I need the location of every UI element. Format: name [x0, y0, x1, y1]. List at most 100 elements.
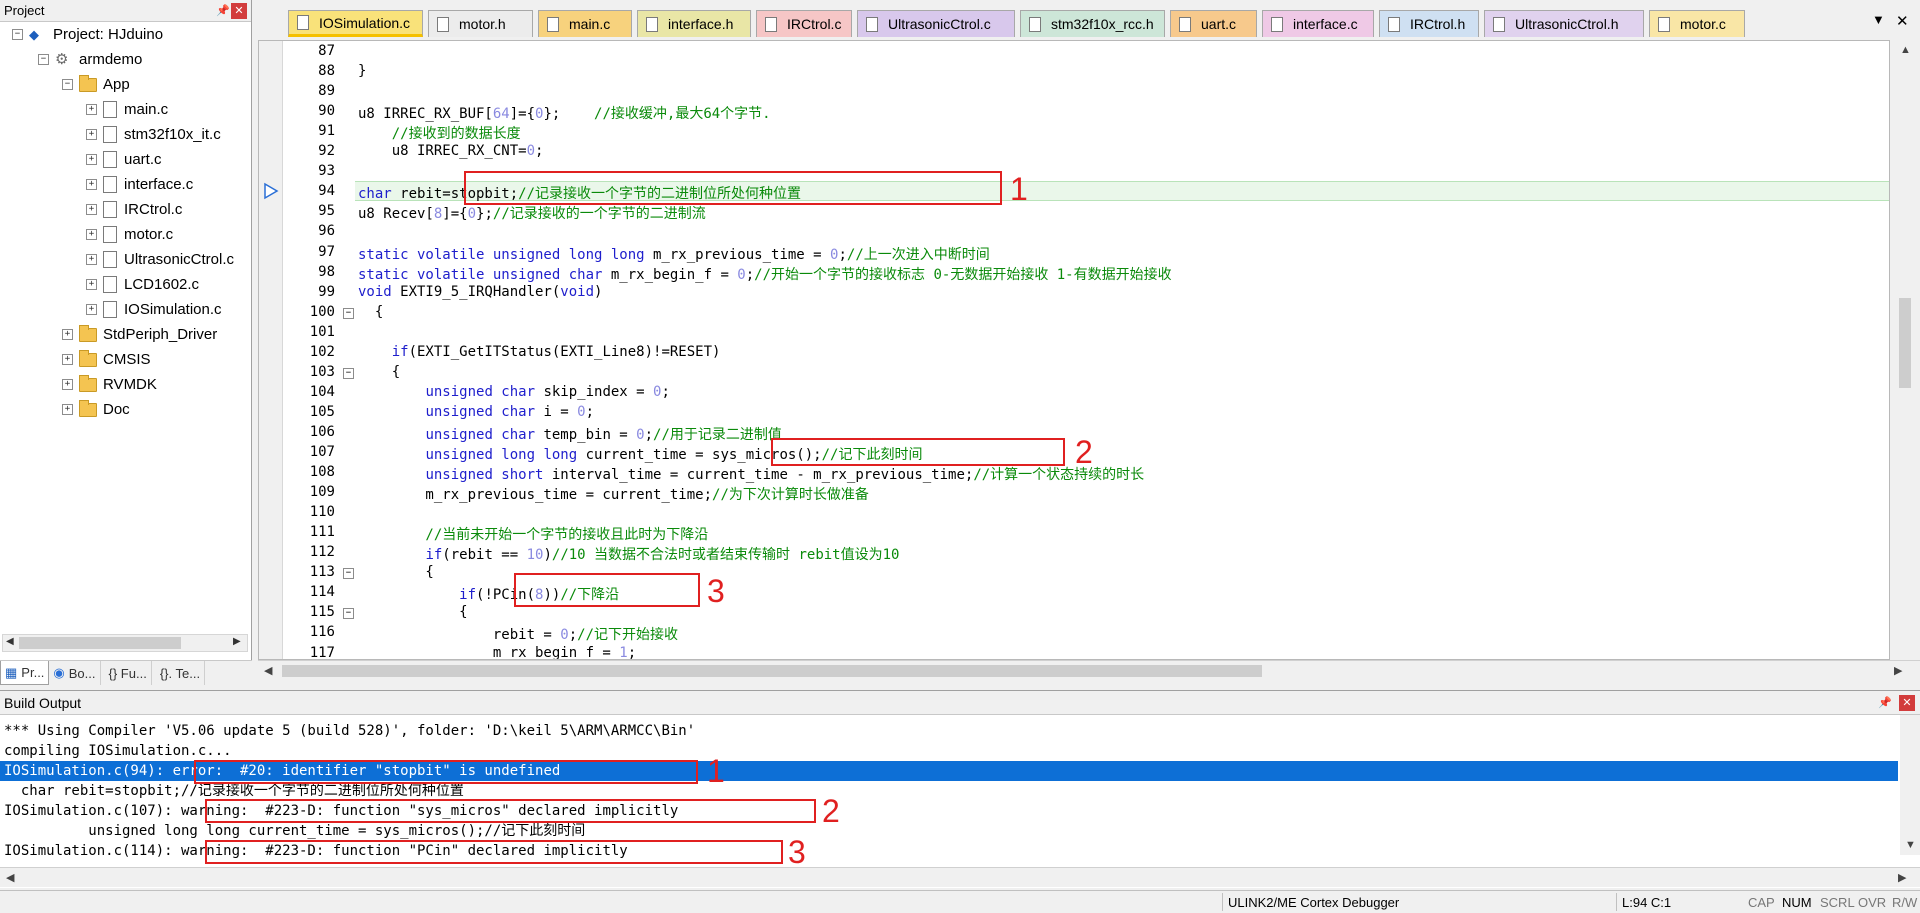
code-token: //接收到的数据长度: [358, 126, 521, 143]
build-output-line[interactable]: *** Using Compiler 'V5.06 update 5 (buil…: [4, 721, 695, 741]
expand-icon[interactable]: +: [86, 179, 97, 190]
tab-stm32f10x-rcc-h[interactable]: stm32f10x_rcc.h: [1020, 10, 1165, 37]
expand-icon[interactable]: +: [86, 129, 97, 140]
build-horizontal-scrollbar[interactable]: ◀ ▶: [0, 867, 1920, 887]
breakpoint-margin[interactable]: [259, 41, 283, 659]
code-editor[interactable]: 87 88} 89 90 u8 IRREC_RX_BUF[64]={0}; //接收缓…: [258, 40, 1890, 660]
tree-item[interactable]: + stm32f10x_it.c: [86, 122, 221, 147]
expand-icon[interactable]: +: [86, 304, 97, 315]
tab-motor-c[interactable]: motor.c: [1649, 10, 1745, 37]
tab-uart-c[interactable]: uart.c: [1170, 10, 1257, 37]
scroll-thumb[interactable]: [1899, 298, 1911, 388]
fold-toggle-icon[interactable]: −: [343, 367, 354, 379]
editor-vertical-scrollbar[interactable]: ▲: [1890, 40, 1920, 660]
tab-label: uart.c: [1201, 16, 1237, 32]
tree-item[interactable]: + RVMDK: [62, 372, 157, 397]
tab-irctrol-c[interactable]: IRCtrol.c: [756, 10, 852, 37]
tab-irctrol-h[interactable]: IRCtrol.h: [1379, 10, 1479, 37]
expand-icon[interactable]: +: [62, 354, 73, 365]
panel-tab-templates[interactable]: {}. Te...: [152, 661, 206, 685]
file-icon: [103, 101, 117, 118]
tree-item[interactable]: − ◆ Project: HJduino: [12, 22, 163, 47]
tree-item[interactable]: + uart.c: [86, 147, 162, 172]
tab-interface-h[interactable]: interface.h: [637, 10, 751, 37]
scroll-thumb[interactable]: [19, 637, 181, 649]
panel-tab-functions[interactable]: {} Fu...: [101, 661, 152, 685]
close-editor-icon[interactable]: ✕: [1896, 12, 1909, 30]
close-icon[interactable]: ✕: [231, 2, 247, 19]
tab-ultrasonicctrol-c[interactable]: UltrasonicCtrol.c: [857, 10, 1015, 37]
tab-list-dropdown-icon[interactable]: ▼: [1872, 12, 1885, 27]
fold-toggle-icon[interactable]: −: [343, 568, 354, 580]
tab-motor-h[interactable]: motor.h: [428, 10, 533, 37]
tree-item[interactable]: + motor.c: [86, 222, 173, 247]
close-icon[interactable]: ✕: [1899, 694, 1915, 711]
expand-icon[interactable]: +: [62, 404, 73, 415]
scroll-left-icon[interactable]: ◀: [6, 871, 14, 884]
expand-icon[interactable]: +: [86, 204, 97, 215]
tree-item[interactable]: + CMSIS: [62, 347, 151, 372]
pin-icon[interactable]: 📌: [215, 3, 231, 19]
tree-item[interactable]: + UltrasonicCtrol.c: [86, 247, 234, 272]
expand-icon[interactable]: +: [86, 229, 97, 240]
code-token: //当前未开始一个字节的接收且此时为下降沿: [358, 527, 709, 544]
tree-item[interactable]: + StdPeriph_Driver: [62, 322, 217, 347]
tab-ultrasonicctrol-h[interactable]: UltrasonicCtrol.h: [1484, 10, 1644, 37]
build-output-line[interactable]: char rebit=stopbit;//记录接收一个字节的二进制位所处何种位置: [4, 781, 464, 801]
collapse-icon[interactable]: −: [12, 29, 23, 40]
panel-tab-books[interactable]: ◉ Bo...: [49, 661, 101, 685]
code-token: //上一次进入中断时间: [846, 246, 990, 263]
fold-toggle-icon[interactable]: −: [343, 307, 354, 319]
code-line: [358, 43, 375, 59]
expand-icon[interactable]: +: [86, 154, 97, 165]
tab-interface-c[interactable]: interface.c: [1262, 10, 1374, 37]
tree-item[interactable]: + interface.c: [86, 172, 193, 197]
tree-item[interactable]: − App: [62, 72, 130, 97]
code-token: {: [358, 363, 401, 380]
tree-item[interactable]: + LCD1602.c: [86, 272, 199, 297]
tab-main-c[interactable]: main.c: [538, 10, 632, 37]
tree-item[interactable]: + main.c: [86, 97, 168, 122]
expand-icon[interactable]: +: [86, 104, 97, 115]
tree-item[interactable]: + IRCtrol.c: [86, 197, 182, 222]
code-line: {: [358, 364, 400, 380]
code-token: 0: [636, 426, 645, 443]
code-token: //用于记录二进制值: [653, 426, 782, 443]
expand-icon[interactable]: +: [62, 329, 73, 340]
scroll-thumb[interactable]: [282, 665, 1262, 677]
pin-icon[interactable]: 📌: [1878, 696, 1892, 709]
current-line-arrow-icon: [264, 182, 279, 200]
collapse-icon[interactable]: −: [62, 79, 73, 90]
panel-tab-label: Pr...: [21, 665, 45, 680]
project-horizontal-scrollbar[interactable]: ◀ ▶: [2, 634, 248, 652]
project-icon: ▦: [5, 664, 18, 680]
expand-icon[interactable]: +: [62, 379, 73, 390]
tree-item-label: armdemo: [79, 51, 143, 68]
scroll-right-icon[interactable]: ▶: [233, 636, 241, 647]
scroll-left-icon[interactable]: ◀: [6, 636, 14, 647]
tab-iosimulation-c[interactable]: IOSimulation.c: [288, 10, 423, 37]
build-vertical-scrollbar[interactable]: ▼: [1900, 715, 1920, 855]
fold-toggle-icon[interactable]: −: [343, 608, 354, 620]
file-icon: [1493, 16, 1505, 32]
editor-horizontal-scrollbar[interactable]: ◀ ▶: [258, 660, 1920, 680]
scroll-up-icon[interactable]: ▲: [1900, 44, 1911, 56]
expand-icon[interactable]: +: [86, 254, 97, 265]
tree-item-label: Doc: [103, 401, 130, 418]
tree-item[interactable]: + Doc: [62, 397, 130, 422]
tree-item[interactable]: − ⚙ armdemo: [38, 47, 142, 72]
tab-label: interface.h: [668, 16, 734, 32]
code-token: {: [358, 604, 468, 621]
scroll-down-icon[interactable]: ▼: [1905, 839, 1916, 851]
panel-tab-project[interactable]: ▦ Pr...: [0, 661, 50, 685]
scroll-left-icon[interactable]: ◀: [264, 664, 272, 677]
tree-item[interactable]: + IOSimulation.c: [86, 297, 222, 322]
build-output-line[interactable]: compiling IOSimulation.c...: [4, 741, 232, 761]
scroll-right-icon[interactable]: ▶: [1894, 664, 1902, 677]
status-indicator-rw: R/W: [1892, 895, 1918, 910]
collapse-icon[interactable]: −: [38, 54, 49, 65]
expand-icon[interactable]: +: [86, 279, 97, 290]
build-output-line[interactable]: unsigned long long current_time = sys_mi…: [4, 821, 585, 841]
scroll-right-icon[interactable]: ▶: [1898, 871, 1906, 884]
